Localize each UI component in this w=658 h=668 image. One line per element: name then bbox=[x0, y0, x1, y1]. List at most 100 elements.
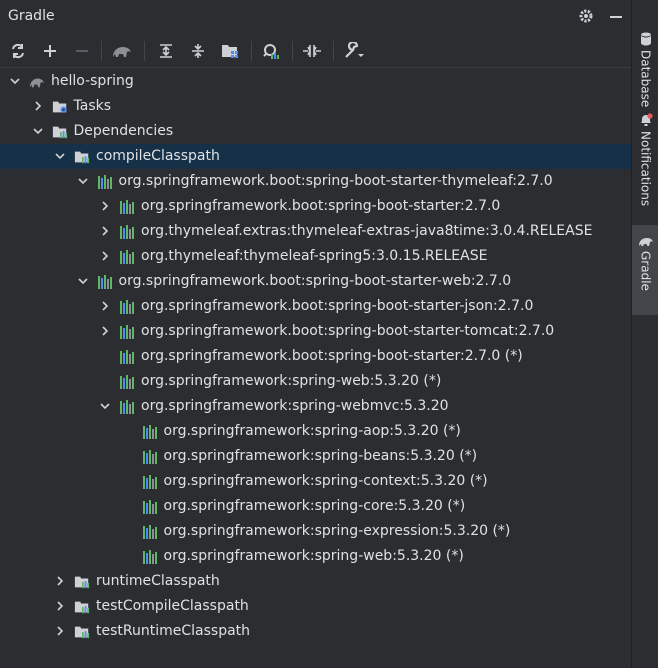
gradle-tool-button[interactable]: Gradle bbox=[632, 225, 658, 315]
database-tool-button[interactable]: Database bbox=[632, 32, 658, 107]
tree-row-label: org.springframework:spring-aop:5.3.20 (*… bbox=[163, 423, 461, 439]
chevron-down-icon[interactable] bbox=[77, 175, 89, 187]
group-modules-icon[interactable] bbox=[218, 39, 242, 63]
chevron-right-icon[interactable] bbox=[54, 625, 66, 637]
library-icon bbox=[142, 474, 158, 490]
gradle-toolbar bbox=[0, 35, 631, 68]
settings-wrench-icon[interactable] bbox=[342, 39, 366, 63]
remove-icon[interactable] bbox=[70, 39, 94, 63]
tree-row-label: org.springframework:spring-webmvc:5.3.20 bbox=[141, 398, 449, 414]
tree-row[interactable]: org.springframework:spring-web:5.3.20 (*… bbox=[0, 544, 631, 569]
minimize-icon[interactable] bbox=[607, 6, 625, 26]
tree-row-label: testRuntimeClasspath bbox=[96, 623, 251, 639]
chevron-right-icon[interactable] bbox=[99, 250, 111, 262]
tree-row[interactable]: org.springframework.boot:spring-boot-sta… bbox=[0, 294, 631, 319]
chevron-down-icon[interactable] bbox=[32, 125, 44, 137]
library-icon bbox=[119, 299, 135, 315]
tree-row[interactable]: org.springframework.boot:spring-boot-sta… bbox=[0, 269, 631, 294]
notifications-tool-label: Notifications bbox=[638, 131, 653, 207]
tree-row[interactable]: Tasks bbox=[0, 94, 631, 119]
configuration-icon bbox=[74, 624, 90, 640]
chevron-right-icon[interactable] bbox=[99, 325, 111, 337]
tree-row[interactable]: org.springframework:spring-webmvc:5.3.20 bbox=[0, 394, 631, 419]
library-icon bbox=[119, 374, 135, 390]
configuration-icon bbox=[74, 599, 90, 615]
chevron-down-icon[interactable] bbox=[9, 75, 21, 87]
tree-row[interactable]: org.springframework:spring-aop:5.3.20 (*… bbox=[0, 419, 631, 444]
configuration-icon bbox=[74, 574, 90, 590]
tree-row[interactable]: org.springframework:spring-core:5.3.20 (… bbox=[0, 494, 631, 519]
tree-row-label: org.springframework.boot:spring-boot-sta… bbox=[141, 298, 534, 314]
gear-icon[interactable] bbox=[577, 6, 595, 26]
library-icon bbox=[97, 274, 113, 290]
gradle-tree: hello-spring Tasks Dependencies compileClas… bbox=[0, 69, 631, 644]
toggle-offline-icon[interactable] bbox=[300, 39, 324, 63]
tree-row[interactable]: org.springframework.boot:spring-boot-sta… bbox=[0, 169, 631, 194]
tree-row[interactable]: runtimeClasspath bbox=[0, 569, 631, 594]
library-icon bbox=[119, 324, 135, 340]
database-icon bbox=[640, 32, 651, 46]
tree-row-label: org.springframework:spring-web:5.3.20 (*… bbox=[163, 548, 464, 564]
chevron-down-icon[interactable] bbox=[99, 400, 111, 412]
elephant-icon[interactable] bbox=[110, 39, 134, 63]
configuration-icon bbox=[74, 149, 90, 165]
tree-row[interactable]: org.springframework:spring-web:5.3.20 (*… bbox=[0, 369, 631, 394]
chevron-right-icon[interactable] bbox=[54, 600, 66, 612]
bell-icon bbox=[640, 113, 653, 126]
tree-row[interactable]: org.thymeleaf.extras:thymeleaf-extras-ja… bbox=[0, 219, 631, 244]
chevron-down-icon[interactable] bbox=[77, 275, 89, 287]
tree-row-label: org.springframework:spring-expression:5.… bbox=[163, 523, 511, 539]
add-icon[interactable] bbox=[38, 39, 62, 63]
gradle-tool-window: Gradle hello-spring Tasks Dependencies c… bbox=[0, 0, 631, 668]
chevron-right-icon[interactable] bbox=[99, 225, 111, 237]
chevron-right-icon[interactable] bbox=[54, 575, 66, 587]
analyze-dependencies-icon[interactable] bbox=[259, 39, 283, 63]
tree-row[interactable]: testRuntimeClasspath bbox=[0, 619, 631, 644]
tree-row[interactable]: org.springframework.boot:spring-boot-sta… bbox=[0, 344, 631, 369]
tree-row-label: runtimeClasspath bbox=[96, 573, 220, 589]
tree-row-label: testCompileClasspath bbox=[96, 598, 249, 614]
right-tool-strip: Database Notifications Gradle bbox=[631, 0, 658, 668]
chevron-right-icon[interactable] bbox=[99, 300, 111, 312]
tree-row-label: org.springframework:spring-beans:5.3.20 … bbox=[163, 448, 478, 464]
library-icon bbox=[142, 499, 158, 515]
chevron-down-icon[interactable] bbox=[54, 150, 66, 162]
tree-row[interactable]: compileClasspath bbox=[0, 144, 631, 169]
tree-row[interactable]: org.springframework.boot:spring-boot-sta… bbox=[0, 319, 631, 344]
reload-icon[interactable] bbox=[6, 39, 30, 63]
library-icon bbox=[142, 424, 158, 440]
tree-row-label: org.springframework.boot:spring-boot-sta… bbox=[141, 198, 501, 214]
library-icon bbox=[119, 249, 135, 265]
tree-row[interactable]: org.thymeleaf:thymeleaf-spring5:3.0.15.R… bbox=[0, 244, 631, 269]
tree-row[interactable]: testCompileClasspath bbox=[0, 594, 631, 619]
gradle-tool-label: Gradle bbox=[638, 251, 653, 291]
tree-row[interactable]: Dependencies bbox=[0, 119, 631, 144]
chevron-right-icon[interactable] bbox=[99, 200, 111, 212]
database-tool-label: Database bbox=[638, 50, 653, 108]
chevron-right-icon[interactable] bbox=[32, 100, 44, 112]
tree-row-label: hello-spring bbox=[51, 73, 134, 89]
tree-row-label: org.springframework.boot:spring-boot-sta… bbox=[118, 173, 553, 189]
tree-row[interactable]: org.springframework.boot:spring-boot-sta… bbox=[0, 194, 631, 219]
tree-row-label: org.springframework.boot:spring-boot-sta… bbox=[118, 273, 512, 289]
tree-row[interactable]: org.springframework:spring-beans:5.3.20 … bbox=[0, 444, 631, 469]
library-icon bbox=[119, 399, 135, 415]
library-icon bbox=[142, 449, 158, 465]
tree-row-label: org.thymeleaf.extras:thymeleaf-extras-ja… bbox=[141, 223, 593, 239]
tree-row[interactable]: org.springframework:spring-context:5.3.2… bbox=[0, 469, 631, 494]
tree-row-label: org.springframework.boot:spring-boot-sta… bbox=[141, 348, 523, 364]
collapse-all-icon[interactable] bbox=[186, 39, 210, 63]
library-icon bbox=[119, 199, 135, 215]
tree-row-label: Tasks bbox=[73, 98, 112, 114]
expand-all-icon[interactable] bbox=[154, 39, 178, 63]
tree-row[interactable]: org.springframework:spring-expression:5.… bbox=[0, 519, 631, 544]
tree-row-label: org.springframework:spring-core:5.3.20 (… bbox=[163, 498, 466, 514]
tree-row-label: org.springframework.boot:spring-boot-sta… bbox=[141, 323, 555, 339]
library-icon bbox=[142, 524, 158, 540]
tree-row[interactable]: hello-spring bbox=[0, 69, 631, 94]
library-icon bbox=[142, 549, 158, 565]
notifications-tool-button[interactable]: Notifications bbox=[632, 113, 658, 206]
tree-row-label: org.springframework:spring-context:5.3.2… bbox=[163, 473, 488, 489]
tree-row-label: org.thymeleaf:thymeleaf-spring5:3.0.15.R… bbox=[141, 248, 488, 264]
tree-row-label: org.springframework:spring-web:5.3.20 (*… bbox=[141, 373, 442, 389]
